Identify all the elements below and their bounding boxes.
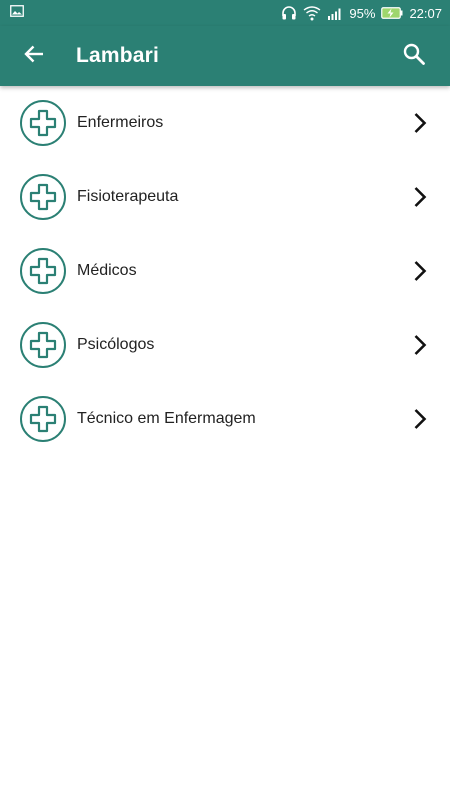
list-item-label: Médicos [77, 262, 137, 279]
status-left [10, 4, 24, 22]
image-notification-icon [10, 4, 24, 22]
list-item-enfermeiros[interactable]: Enfermeiros [0, 86, 450, 160]
list-item-label: Fisioterapeuta [77, 188, 179, 205]
wifi-icon [303, 5, 321, 21]
medical-cross-icon [20, 100, 66, 146]
search-button[interactable] [386, 26, 442, 86]
chevron-right-icon [410, 259, 430, 283]
medical-cross-icon [20, 322, 66, 368]
list-item-label: Enfermeiros [77, 114, 164, 131]
chevron-right-icon [410, 185, 430, 209]
back-button[interactable] [6, 26, 62, 86]
arrow-left-icon [23, 43, 45, 70]
medical-cross-icon [20, 248, 66, 294]
list-item-psicologos[interactable]: Psicólogos [0, 308, 450, 382]
search-icon [402, 42, 426, 71]
page-title: Lambari [76, 44, 160, 67]
headphones-icon [281, 5, 297, 21]
signal-icon [327, 6, 343, 20]
medical-cross-icon [20, 174, 66, 220]
app-bar: Lambari [0, 26, 450, 86]
status-right: 95% 22:07 [281, 5, 442, 21]
battery-percent: 95% [349, 5, 376, 21]
medical-cross-icon [20, 396, 66, 442]
list-item-label: Técnico em Enfermagem [77, 410, 256, 427]
category-list: Enfermeiros Fisioterapeuta Médicos Psicó… [0, 86, 450, 456]
chevron-right-icon [410, 333, 430, 357]
list-item-tecnico-em-enfermagem[interactable]: Técnico em Enfermagem [0, 382, 450, 456]
chevron-right-icon [410, 407, 430, 431]
battery-charging-icon [381, 7, 403, 19]
list-item-label: Psicólogos [77, 336, 155, 353]
chevron-right-icon [410, 111, 430, 135]
list-item-fisioterapeuta[interactable]: Fisioterapeuta [0, 160, 450, 234]
clock: 22:07 [409, 5, 442, 21]
list-item-medicos[interactable]: Médicos [0, 234, 450, 308]
status-bar: 95% 22:07 [0, 0, 450, 26]
